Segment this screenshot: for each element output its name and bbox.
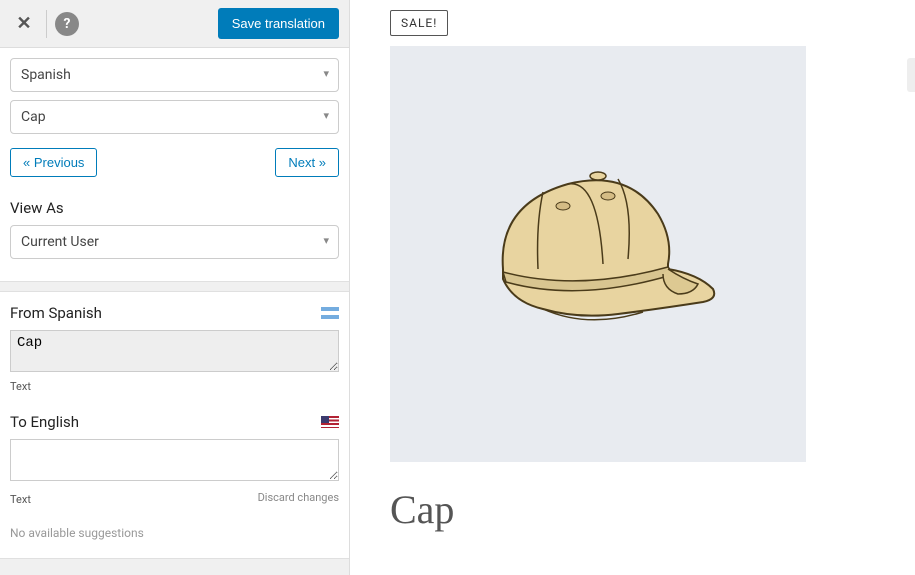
zoom-button[interactable]	[907, 58, 915, 92]
translation-sidebar: ✕ ? Save translation Spanish Cap « Previ…	[0, 0, 350, 575]
language-select[interactable]: Spanish	[10, 58, 339, 92]
product-image	[390, 46, 806, 462]
target-textarea[interactable]	[10, 439, 339, 481]
view-as-select[interactable]: Current User	[10, 225, 339, 259]
product-preview: SALE! Cap	[350, 0, 915, 575]
help-button[interactable]: ?	[55, 12, 79, 36]
product-title: Cap	[390, 486, 885, 533]
bottom-divider	[0, 558, 349, 575]
flag-icon	[321, 307, 339, 319]
from-section: From Spanish Text	[0, 292, 349, 401]
target-type-label: Text	[10, 493, 31, 506]
cap-illustration-icon	[468, 154, 728, 354]
section-divider	[0, 281, 349, 292]
discard-changes-link[interactable]: Discard changes	[258, 491, 339, 504]
view-as-label: View As	[10, 199, 339, 217]
close-button[interactable]: ✕	[10, 10, 38, 38]
item-select[interactable]: Cap	[10, 100, 339, 134]
previous-button[interactable]: « Previous	[10, 148, 97, 177]
no-suggestions-text: No available suggestions	[0, 514, 349, 558]
sale-badge: SALE!	[390, 10, 448, 36]
top-toolbar: ✕ ? Save translation	[0, 0, 349, 48]
save-translation-button[interactable]: Save translation	[218, 8, 339, 39]
to-language-label: To English	[10, 413, 79, 431]
to-section: To English Text Discard changes	[0, 401, 349, 514]
from-language-label: From Spanish	[10, 304, 102, 322]
selectors-block: Spanish Cap	[0, 48, 349, 142]
source-textarea[interactable]	[10, 330, 339, 372]
view-as-block: View As Current User	[0, 191, 349, 281]
nav-row: « Previous Next »	[0, 142, 349, 191]
next-button[interactable]: Next »	[275, 148, 339, 177]
source-type-label: Text	[10, 380, 339, 393]
flag-icon	[321, 416, 339, 428]
toolbar-divider	[46, 10, 47, 38]
